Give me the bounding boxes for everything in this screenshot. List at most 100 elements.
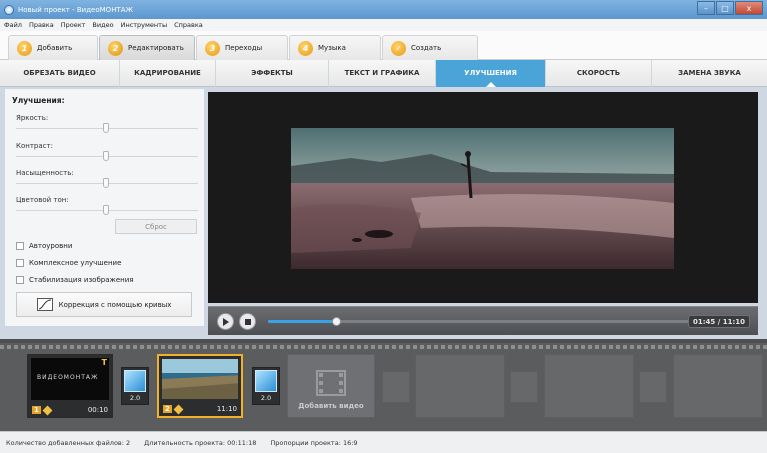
clip-thumbnail-image	[162, 359, 238, 399]
auto-levels-checkbox[interactable]: Автоуровни	[16, 242, 72, 250]
checkmark-icon: ✓	[391, 40, 406, 56]
empty-transition-slot	[382, 371, 410, 403]
checkbox-label: Стабилизация изображения	[29, 276, 134, 284]
step-label: Редактировать	[128, 44, 184, 52]
clip-thumbnail	[162, 359, 238, 399]
curves-label: Коррекция с помощью кривых	[58, 300, 172, 309]
video-frame-image	[291, 128, 674, 269]
film-icon	[316, 370, 346, 396]
brightness-slider[interactable]	[16, 123, 198, 134]
clip-number: 2	[163, 405, 172, 413]
seek-knob[interactable]	[331, 317, 341, 326]
step-number-icon: 1	[17, 40, 32, 56]
checkbox-label: Автоуровни	[29, 242, 73, 250]
play-icon	[223, 317, 229, 326]
clip-thumbnail: ВИДЕОМОНТАЖ T	[31, 358, 109, 400]
video-preview	[208, 92, 758, 303]
brightness-label: Яркость:	[16, 114, 49, 122]
tab-trim[interactable]: ОБРЕЗАТЬ ВИДЕО	[0, 59, 120, 87]
timeline: ВИДЕОМОНТАЖ T 1 00:10 2.0 2 11:10 2.0 До…	[0, 339, 767, 431]
step-transitions[interactable]: 3 Переходы	[196, 35, 288, 60]
play-button[interactable]	[217, 313, 234, 330]
title-bar: Новый проект - ВидеоМОНТАЖ – □ x	[0, 0, 767, 19]
stop-button[interactable]	[239, 313, 256, 330]
add-video-label: Добавить видео	[298, 402, 364, 410]
contrast-slider[interactable]	[16, 151, 198, 162]
step-music[interactable]: 4 Музыка	[289, 35, 381, 60]
clip-1[interactable]: ВИДЕОМОНТАЖ T 1 00:10	[27, 354, 113, 418]
tab-enhancements[interactable]: УЛУЧШЕНИЯ	[436, 59, 546, 87]
transition-1[interactable]: 2.0	[121, 367, 149, 405]
edit-pencil-icon[interactable]	[42, 405, 53, 415]
transition-duration: 2.0	[260, 394, 272, 402]
slider-knob[interactable]	[103, 151, 109, 161]
panel-heading: Улучшения:	[12, 96, 65, 105]
tab-effects[interactable]: ЭФФЕКТЫ	[216, 59, 329, 87]
slider-knob[interactable]	[103, 205, 109, 215]
step-label: Создать	[411, 44, 442, 52]
menu-video[interactable]: Видео	[92, 21, 113, 29]
status-files: Количество добавленных файлов: 2	[6, 438, 131, 447]
enhancements-panel: Улучшения: Яркость: Контраст: Насыщеннос…	[5, 89, 204, 326]
time-display: 01:45 / 11:10	[688, 315, 750, 328]
close-button[interactable]: x	[735, 1, 763, 15]
menu-help[interactable]: Справка	[174, 21, 203, 29]
maximize-button[interactable]: □	[716, 1, 734, 15]
hue-slider[interactable]	[16, 205, 198, 216]
hue-label: Цветовой тон:	[16, 196, 69, 204]
menu-bar: Файл Правка Проект Видео Инструменты Спр…	[0, 19, 767, 31]
step-add[interactable]: 1 Добавить	[8, 35, 98, 60]
stop-icon	[244, 318, 251, 325]
menu-file[interactable]: Файл	[4, 21, 22, 29]
saturation-slider[interactable]	[16, 178, 198, 189]
video-frame	[291, 128, 674, 269]
app-icon	[4, 4, 14, 15]
saturation-label: Насыщенность:	[16, 169, 74, 177]
clip-title-text: ВИДЕОМОНТАЖ	[37, 374, 99, 381]
tab-crop[interactable]: КАДРИРОВАНИЕ	[120, 59, 216, 87]
film-strip-edge	[0, 345, 767, 349]
window-title: Новый проект - ВидеоМОНТАЖ	[18, 5, 134, 14]
status-duration: Длительность проекта: 00:11:18	[144, 438, 257, 447]
step-label: Переходы	[225, 44, 263, 52]
status-bar: Количество добавленных файлов: 2 Длитель…	[0, 431, 767, 453]
menu-project[interactable]: Проект	[61, 21, 86, 29]
empty-clip-slot	[415, 354, 505, 418]
contrast-label: Контраст:	[16, 142, 53, 150]
seek-bar[interactable]	[268, 317, 692, 326]
transition-2[interactable]: 2.0	[252, 367, 280, 405]
checkbox-label: Комплексное улучшение	[29, 259, 122, 267]
tab-text-graphics[interactable]: ТЕКСТ И ГРАФИКА	[329, 59, 436, 87]
step-edit[interactable]: 2 Редактировать	[99, 35, 195, 60]
slider-knob[interactable]	[103, 178, 109, 188]
seek-progress	[268, 320, 336, 323]
curves-button[interactable]: Коррекция с помощью кривых	[16, 292, 192, 317]
transition-icon	[124, 370, 146, 392]
tab-replace-sound[interactable]: ЗАМЕНА ЗВУКА	[652, 60, 767, 87]
transition-icon	[255, 370, 277, 392]
step-bar: 1 Добавить 2 Редактировать 3 Переходы 4 …	[0, 31, 767, 60]
empty-clip-slot	[544, 354, 634, 418]
tab-speed[interactable]: СКОРОСТЬ	[546, 59, 652, 87]
empty-transition-slot	[510, 371, 538, 403]
step-number-icon: 4	[298, 40, 313, 56]
menu-tools[interactable]: Инструменты	[121, 21, 168, 29]
slider-knob[interactable]	[103, 123, 109, 133]
edit-pencil-icon[interactable]	[173, 404, 184, 414]
step-label: Музыка	[318, 44, 346, 52]
clip-2[interactable]: 2 11:10	[157, 354, 243, 418]
step-label: Добавить	[37, 44, 73, 52]
menu-edit[interactable]: Правка	[29, 21, 54, 29]
edit-tabs: ОБРЕЗАТЬ ВИДЕО КАДРИРОВАНИЕ ЭФФЕКТЫ ТЕКС…	[0, 59, 767, 87]
minimize-button[interactable]: –	[697, 1, 715, 15]
step-number-icon: 3	[205, 40, 220, 56]
reset-button[interactable]: Сброс	[115, 219, 197, 234]
empty-transition-slot	[639, 371, 667, 403]
complex-enhance-checkbox[interactable]: Комплексное улучшение	[16, 259, 121, 267]
stabilization-checkbox[interactable]: Стабилизация изображения	[16, 276, 133, 284]
curve-icon	[36, 298, 53, 311]
add-video-button[interactable]: Добавить видео	[287, 354, 375, 418]
clip-number: 1	[32, 406, 41, 414]
step-create[interactable]: ✓ Создать	[382, 35, 478, 60]
clip-duration: 11:10	[216, 405, 237, 413]
